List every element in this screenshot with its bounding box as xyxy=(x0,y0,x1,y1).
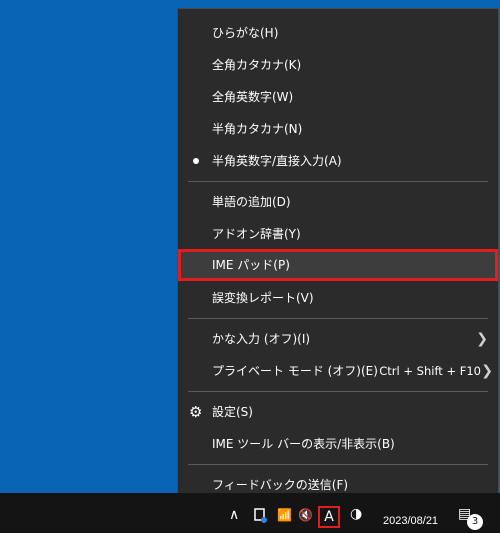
menu-separator xyxy=(188,391,488,392)
menu-item-fullwidth-katakana[interactable]: 全角カタカナ(K) xyxy=(178,49,498,81)
chevron-right-icon: ❯ xyxy=(481,363,493,379)
volume-muted-icon[interactable]: 🔇 xyxy=(298,507,313,523)
menu-item-ime-pad[interactable]: IME パッド(P) xyxy=(178,249,498,281)
gear-icon: ⚙ xyxy=(189,403,203,421)
ime-context-menu: ひらがな(H) 全角カタカナ(K) 全角英数字(W) 半角カタカナ(N) 半角英… xyxy=(177,8,499,508)
onedrive-icon-svg xyxy=(254,508,267,523)
menu-item-private-mode[interactable]: プライベート モード (オフ)(E) Ctrl + Shift + F10 ❯ xyxy=(178,355,498,387)
ime-pad-icon[interactable]: ◑ xyxy=(350,506,362,522)
menu-separator xyxy=(188,318,488,319)
clock-date[interactable]: 2023/08/21 xyxy=(383,515,438,527)
menu-item-label: プライベート モード (オフ)(E) xyxy=(212,364,378,378)
menu-item-label: 設定(S) xyxy=(212,405,253,419)
menu-item-addon-dictionary[interactable]: アドオン辞書(Y) xyxy=(178,218,498,250)
wifi-icon[interactable]: 📶 xyxy=(277,507,292,523)
shortcut-text: Ctrl + Shift + F10 xyxy=(379,364,481,378)
menu-item-label: 半角カタカナ(N) xyxy=(212,122,303,136)
menu-item-label: ひらがな(H) xyxy=(212,26,279,40)
menu-item-label: アドオン辞書(Y) xyxy=(212,227,301,241)
menu-item-label: 全角英数字(W) xyxy=(212,90,294,104)
menu-item-label: 全角カタカナ(K) xyxy=(212,58,302,72)
menu-item-hiragana[interactable]: ひらがな(H) xyxy=(178,17,498,49)
menu-item-halfwidth-alphanumeric[interactable]: 半角英数字/直接入力(A) xyxy=(178,145,498,177)
menu-item-toolbar-toggle[interactable]: IME ツール バーの表示/非表示(B) xyxy=(178,428,498,460)
menu-separator xyxy=(188,464,488,465)
menu-item-label: 単語の追加(D) xyxy=(212,195,291,209)
menu-item-conversion-report[interactable]: 誤変換レポート(V) xyxy=(178,282,498,314)
chevron-right-icon: ❯ xyxy=(476,331,488,347)
selected-bullet-icon xyxy=(193,158,199,164)
menu-item-fullwidth-alphanumeric[interactable]: 全角英数字(W) xyxy=(178,81,498,113)
ime-mode-indicator[interactable]: A xyxy=(318,506,340,528)
menu-item-label: かな入力 (オフ)(I) xyxy=(212,332,311,346)
menu-item-label: IME パッド(P) xyxy=(212,258,290,272)
menu-item-label: IME ツール バーの表示/非表示(B) xyxy=(212,437,395,451)
onedrive-icon[interactable] xyxy=(252,506,270,529)
menu-item-kana-input[interactable]: かな入力 (オフ)(I) ❯ xyxy=(178,323,498,355)
taskbar xyxy=(0,493,500,533)
notification-count-badge: 3 xyxy=(467,514,483,530)
menu-item-halfwidth-katakana[interactable]: 半角カタカナ(N) xyxy=(178,113,498,145)
menu-item-add-word[interactable]: 単語の追加(D) xyxy=(178,186,498,218)
menu-item-label: 半角英数字/直接入力(A) xyxy=(212,154,342,168)
menu-item-label: 誤変換レポート(V) xyxy=(212,291,314,305)
menu-item-settings[interactable]: ⚙ 設定(S) xyxy=(178,396,498,428)
menu-separator xyxy=(188,181,488,182)
chevron-up-icon[interactable]: ∧ xyxy=(229,507,239,523)
